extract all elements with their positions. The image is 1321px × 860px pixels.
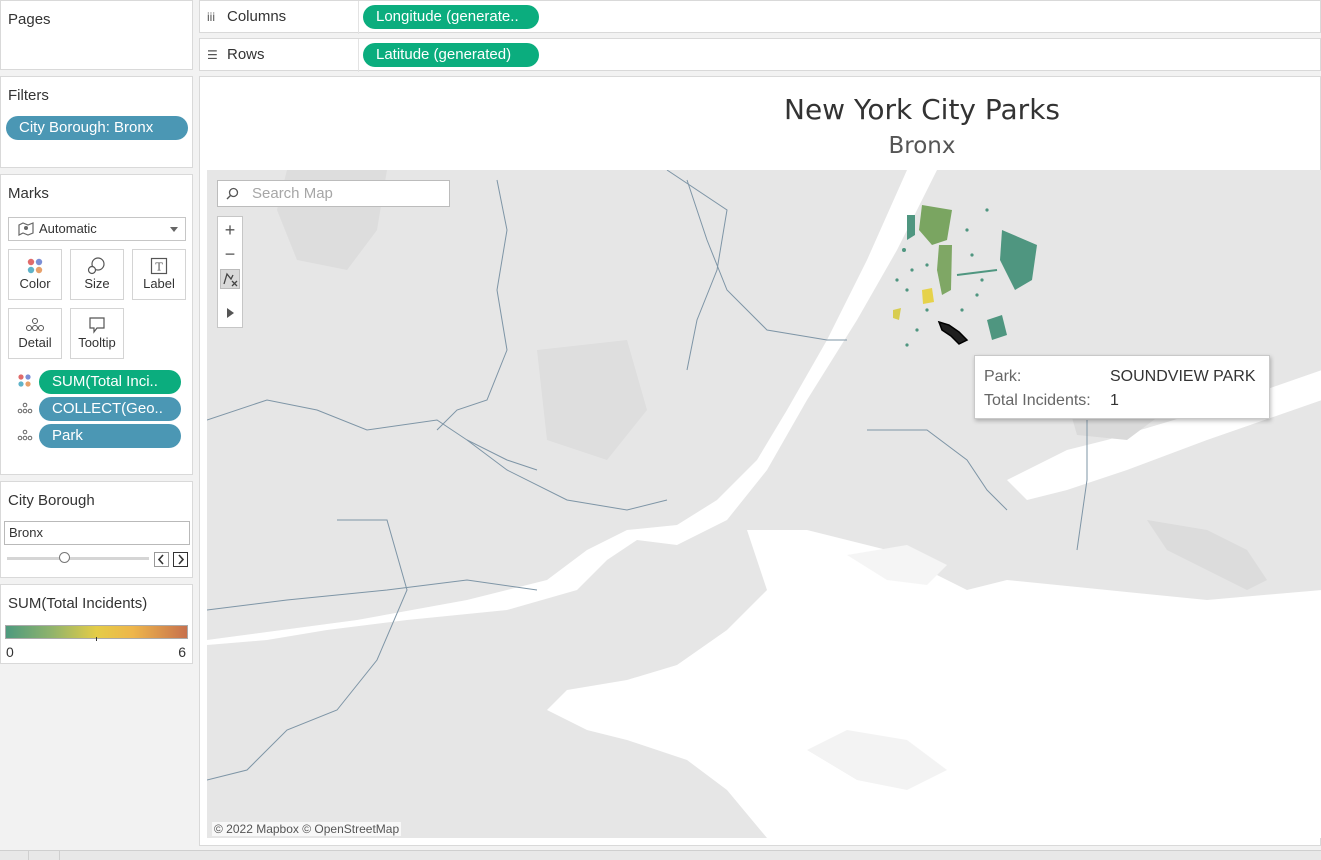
- mark-field-pill[interactable]: SUM(Total Inci..: [39, 370, 181, 394]
- viz-subtitle: Bronx: [888, 133, 956, 159]
- city-borough-control: City Borough Bronx: [0, 481, 193, 578]
- rows-label: ☰ Rows: [207, 46, 265, 63]
- tooltip-park-key: Park:: [984, 368, 1022, 385]
- rows-shelf[interactable]: ☰ Rows Latitude (generated): [199, 38, 1321, 72]
- legend-min: 0: [6, 644, 14, 660]
- map-background: [207, 170, 1321, 838]
- latitude-pill[interactable]: Latitude (generated): [363, 43, 539, 67]
- rows-label-text: Rows: [227, 46, 265, 63]
- reset-map-button[interactable]: [220, 269, 240, 289]
- city-borough-title: City Borough: [8, 492, 95, 509]
- zoom-out-button[interactable]: −: [218, 242, 242, 266]
- map-canvas[interactable]: Search Map + − Park: SOUNDVIEW PARK Tota…: [207, 170, 1321, 838]
- mark-field-pill[interactable]: COLLECT(Geo..: [39, 397, 181, 421]
- rows-icon: ☰: [207, 48, 218, 62]
- reset-map-icon: [223, 272, 238, 287]
- size-button[interactable]: Size: [70, 249, 124, 300]
- city-borough-value: Bronx: [9, 525, 43, 540]
- chevron-right-icon: [178, 554, 185, 565]
- color-icon: [18, 374, 31, 387]
- city-borough-filter-pill[interactable]: City Borough: Bronx: [6, 116, 188, 140]
- detail-icon: [17, 429, 33, 441]
- label-label: Label: [143, 276, 175, 291]
- columns-label-text: Columns: [227, 8, 287, 25]
- color-legend: SUM(Total Incidents) 0 6: [0, 584, 193, 664]
- columns-label: iii Columns: [207, 8, 286, 25]
- mark-type-value: Automatic: [39, 221, 97, 236]
- zoom-in-button[interactable]: +: [218, 218, 242, 242]
- text-label-icon: T: [133, 250, 185, 276]
- filters-card[interactable]: Filters City Borough: Bronx: [0, 76, 193, 168]
- search-map-input[interactable]: Search Map: [217, 180, 450, 207]
- expand-toolbar-button[interactable]: [218, 301, 242, 325]
- previous-value-button[interactable]: [154, 552, 169, 567]
- label-button[interactable]: T Label: [132, 249, 186, 300]
- filters-title: Filters: [8, 87, 49, 104]
- detail-icon: [17, 402, 33, 414]
- map-attribution[interactable]: © 2022 Mapbox © OpenStreetMap: [212, 822, 402, 836]
- tooltip: Park: SOUNDVIEW PARK Total Incidents: 1: [974, 355, 1270, 419]
- tooltip-label: Tooltip: [78, 335, 116, 350]
- borough-slider-track[interactable]: [7, 557, 149, 560]
- play-icon: [227, 308, 234, 318]
- next-value-button[interactable]: [173, 552, 188, 567]
- status-bar: [0, 850, 1321, 860]
- zoom-controls: + −: [217, 216, 243, 328]
- mark-type-dropdown[interactable]: Automatic: [8, 217, 186, 241]
- color-icon: [9, 250, 61, 276]
- chevron-down-icon: [170, 227, 178, 232]
- columns-shelf[interactable]: iii Columns Longitude (generate..: [199, 0, 1321, 34]
- detail-button[interactable]: Detail: [8, 308, 62, 359]
- chevron-left-icon: [157, 554, 164, 565]
- search-placeholder: Search Map: [252, 185, 333, 202]
- detail-icon: [9, 309, 61, 335]
- tooltip-icon: [71, 309, 123, 335]
- viz-title: New York City Parks: [784, 93, 1060, 126]
- tooltip-park-value: SOUNDVIEW PARK: [1110, 368, 1256, 385]
- pages-card[interactable]: Pages: [0, 0, 193, 70]
- columns-icon: iii: [207, 10, 215, 24]
- svg-text:T: T: [155, 261, 163, 274]
- pages-title: Pages: [8, 11, 51, 28]
- legend-tick: [96, 637, 97, 641]
- legend-max: 6: [178, 644, 186, 660]
- marks-title: Marks: [8, 185, 49, 202]
- mark-field-pill[interactable]: Park: [39, 424, 181, 448]
- search-icon: [226, 187, 239, 200]
- tooltip-incidents-value: 1: [1110, 392, 1119, 409]
- detail-label: Detail: [18, 335, 52, 350]
- city-borough-value-field[interactable]: Bronx: [4, 521, 190, 545]
- legend-title: SUM(Total Incidents): [8, 595, 148, 612]
- sheet-tab[interactable]: [28, 851, 60, 860]
- size-icon: [71, 250, 123, 276]
- longitude-pill[interactable]: Longitude (generate..: [363, 5, 539, 29]
- map-view: New York City Parks Bronx Search Map + −…: [199, 76, 1321, 846]
- marks-card: Marks Automatic Color Size T Label Detai…: [0, 174, 193, 475]
- map-mark-icon: [18, 222, 34, 236]
- size-label: Size: [84, 276, 110, 291]
- tooltip-incidents-key: Total Incidents:: [984, 392, 1091, 409]
- borough-slider-handle[interactable]: [59, 552, 70, 563]
- tooltip-button[interactable]: Tooltip: [70, 308, 124, 359]
- color-button[interactable]: Color: [8, 249, 62, 300]
- color-label: Color: [19, 276, 51, 291]
